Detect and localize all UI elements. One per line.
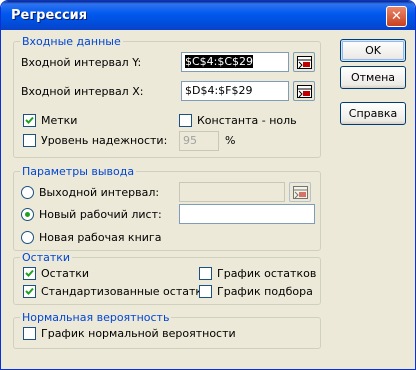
residuals-label: Остатки xyxy=(41,267,90,280)
constant-zero-checkbox[interactable] xyxy=(179,114,192,127)
regression-dialog: Регрессия ✕ Входные данные Входной интер… xyxy=(0,0,416,370)
help-button[interactable]: Справка xyxy=(340,102,406,125)
new-workbook-radio[interactable] xyxy=(21,231,34,244)
range-select-icon xyxy=(297,56,312,69)
ok-button[interactable]: OK xyxy=(340,39,406,62)
std-residuals-checkbox[interactable] xyxy=(23,285,36,298)
output-options-legend: Параметры вывода xyxy=(20,165,137,178)
confidence-level-input[interactable]: 95 xyxy=(179,131,219,151)
confidence-level-label: Уровень надежности: xyxy=(41,134,168,147)
range-select-icon xyxy=(293,186,308,199)
x-range-input[interactable]: $D$4:$F$29 xyxy=(181,81,289,101)
dialog-title: Регрессия xyxy=(11,8,88,23)
output-range-select-button[interactable] xyxy=(289,182,311,202)
x-range-value: $D$4:$F$29 xyxy=(185,84,253,97)
new-sheet-input[interactable] xyxy=(179,204,315,224)
line-fit-plot-checkbox[interactable] xyxy=(199,285,212,298)
input-data-legend: Входные данные xyxy=(20,35,123,48)
constant-zero-label: Константа - ноль xyxy=(197,114,297,127)
check-icon xyxy=(25,116,34,124)
radio-selected-dot xyxy=(25,212,30,217)
y-range-label: Входной интервал Y: xyxy=(21,56,142,69)
residuals-checkbox[interactable] xyxy=(23,267,36,280)
line-fit-plot-label: График подбора xyxy=(217,285,313,298)
residuals-legend: Остатки xyxy=(20,251,73,264)
range-select-icon xyxy=(297,85,312,98)
normal-plot-checkbox[interactable] xyxy=(23,327,36,340)
check-icon xyxy=(25,269,34,277)
confidence-level-value: 95 xyxy=(183,134,197,147)
close-button[interactable]: ✕ xyxy=(386,6,407,27)
normal-plot-label: График нормальной вероятности xyxy=(41,327,236,340)
new-workbook-label: Новая рабочая книга xyxy=(39,231,162,244)
new-sheet-radio[interactable] xyxy=(21,208,34,221)
y-range-input[interactable]: $C$4:$C$29 xyxy=(181,52,289,72)
title-bar: Регрессия ✕ xyxy=(1,1,415,30)
x-range-label: Входной интервал X: xyxy=(21,85,144,98)
check-icon xyxy=(25,287,34,295)
output-range-input[interactable] xyxy=(179,182,285,202)
output-range-label: Выходной интервал: xyxy=(39,186,160,199)
residual-plot-label: График остатков xyxy=(217,267,317,280)
normal-probability-legend: Нормальная вероятность xyxy=(20,311,172,324)
x-range-select-button[interactable] xyxy=(293,81,315,101)
std-residuals-label: Стандартизованные остатки xyxy=(41,285,210,298)
residual-plot-checkbox[interactable] xyxy=(199,267,212,280)
y-range-value: $C$4:$C$29 xyxy=(185,55,254,68)
output-range-radio[interactable] xyxy=(21,186,34,199)
labels-checkbox[interactable] xyxy=(23,114,36,127)
cancel-button[interactable]: Отмена xyxy=(340,66,406,89)
confidence-level-checkbox[interactable] xyxy=(23,134,36,147)
labels-label: Метки xyxy=(41,114,78,127)
y-range-select-button[interactable] xyxy=(293,52,315,72)
percent-sign: % xyxy=(225,134,236,147)
new-sheet-label: Новый рабочий лист: xyxy=(39,208,162,221)
